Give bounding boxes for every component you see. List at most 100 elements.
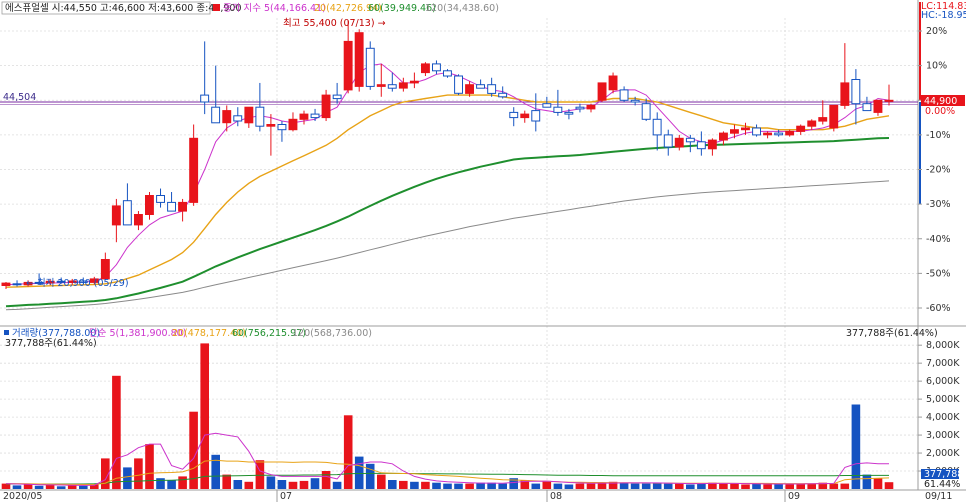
volume-bar-down [233,480,243,489]
volume-bar-down [365,463,375,489]
volume-legend-ma120[interactable]: 120(568,736.00) [292,328,372,339]
volume-bar-up [719,483,728,489]
candle-up [807,120,817,127]
candle-up [376,84,386,87]
price-tick-label: 20% [926,26,947,37]
price-tick-label: 10% [926,61,947,72]
candle-up [321,94,331,119]
candle-up [398,82,408,89]
volume-bar-up [542,480,552,489]
candle-up [884,99,894,102]
volume-bar-up [873,478,883,489]
price-tick-label: -30% [926,199,951,210]
candle-up [707,139,717,150]
volume-bar-up [884,482,894,489]
candle-up [796,125,806,132]
legend-ma5[interactable]: 종가 지수 5(44,166.41) [223,3,326,14]
candle-up [354,32,364,87]
volume-bar-down [277,480,287,489]
chart-background [0,0,966,502]
candle-down [641,103,651,120]
volume-bar-up [288,481,298,489]
candle-down [630,99,640,103]
volume-bar-up [299,480,309,489]
candle-down [531,110,541,122]
volume-bar-up [741,484,750,489]
volume-bar-up [321,471,331,489]
volume-bar-up [377,474,386,489]
volume-bar-up [586,483,596,489]
legend-ma120[interactable]: 120(34,438.60) [425,3,499,14]
volume-bar-up [255,460,265,489]
volume-bar-down [663,483,673,489]
volume-bar-up [465,483,474,489]
volume-right-value: 377,788주(61.44%) [846,328,938,339]
volume-bar-up [785,484,794,489]
volume-bar-up [343,415,353,489]
x-label-08: 08 [550,491,562,502]
candle-down [200,94,210,103]
candle-up [222,110,232,124]
volume-tick-label: 6,000K [926,376,960,387]
volume-bar-up [575,483,585,489]
candle-down [156,195,166,203]
volume-bar-down [332,481,342,489]
volume-tick-label: 7,000K [926,358,960,369]
candle-down [454,75,464,94]
candle-up [785,130,795,136]
high-annotation: 최고 55,400 (07/13) → [283,18,386,29]
candle-down [365,47,375,87]
volume-bar-down [156,478,165,489]
candle-up [818,117,828,122]
volume-bar-up [730,483,739,489]
candle-up [586,104,596,110]
volume-bar-down [56,486,66,489]
price-tick-label: -20% [926,165,951,176]
candle-up [674,137,684,148]
volume-bar-down [167,480,176,489]
candle-down [862,103,872,112]
candle-up [299,113,309,120]
volume-bar-up [134,458,143,489]
volume-bar-down [553,483,563,489]
volume-bar-up [23,484,33,489]
candle-down [685,137,695,143]
candle-up [873,99,883,113]
volume-bar-down [354,456,364,489]
volume-bar-down [851,404,861,489]
x-label-end-date: 09/11 [925,491,952,502]
candle-down [487,84,497,94]
stock-chart[interactable]: 에스퓨얼셀 시:44,550 고:46,600 저:43,600 종:44,90… [0,0,966,502]
volume-bar-up [189,411,198,489]
volume-bar-up [597,482,607,489]
candle-down [255,106,265,127]
volume-bar-up [178,476,187,489]
candle-down [443,70,452,77]
volume-bar-down [476,482,485,489]
low-annotation: ← 최저 20,900 (05/29) [26,278,129,289]
candle-up [840,82,850,106]
hc-label: HC:-18.95 [921,10,966,21]
candle-up [134,214,143,226]
candle-down [752,127,761,136]
candle-down [277,124,287,131]
candle-down [564,111,574,115]
volume-bar-up [840,483,850,489]
candle-down [509,111,519,119]
volume-bar-up [421,481,430,489]
candle-down [122,200,132,226]
candle-down [211,106,221,124]
candle-up [244,106,254,124]
candle-up [189,137,199,203]
volume-bar-down [388,480,397,489]
price-tick-label: -40% [926,234,951,245]
volume-left-value: 377,788주(61.44%) [5,338,97,349]
candle-up [608,75,618,91]
volume-bar-down [79,485,88,489]
volume-bar-down [564,484,574,489]
candle-up [343,40,353,91]
candle-up [520,113,530,119]
candle-down [619,89,629,101]
candle-down [498,92,508,98]
candle-down [696,141,706,150]
